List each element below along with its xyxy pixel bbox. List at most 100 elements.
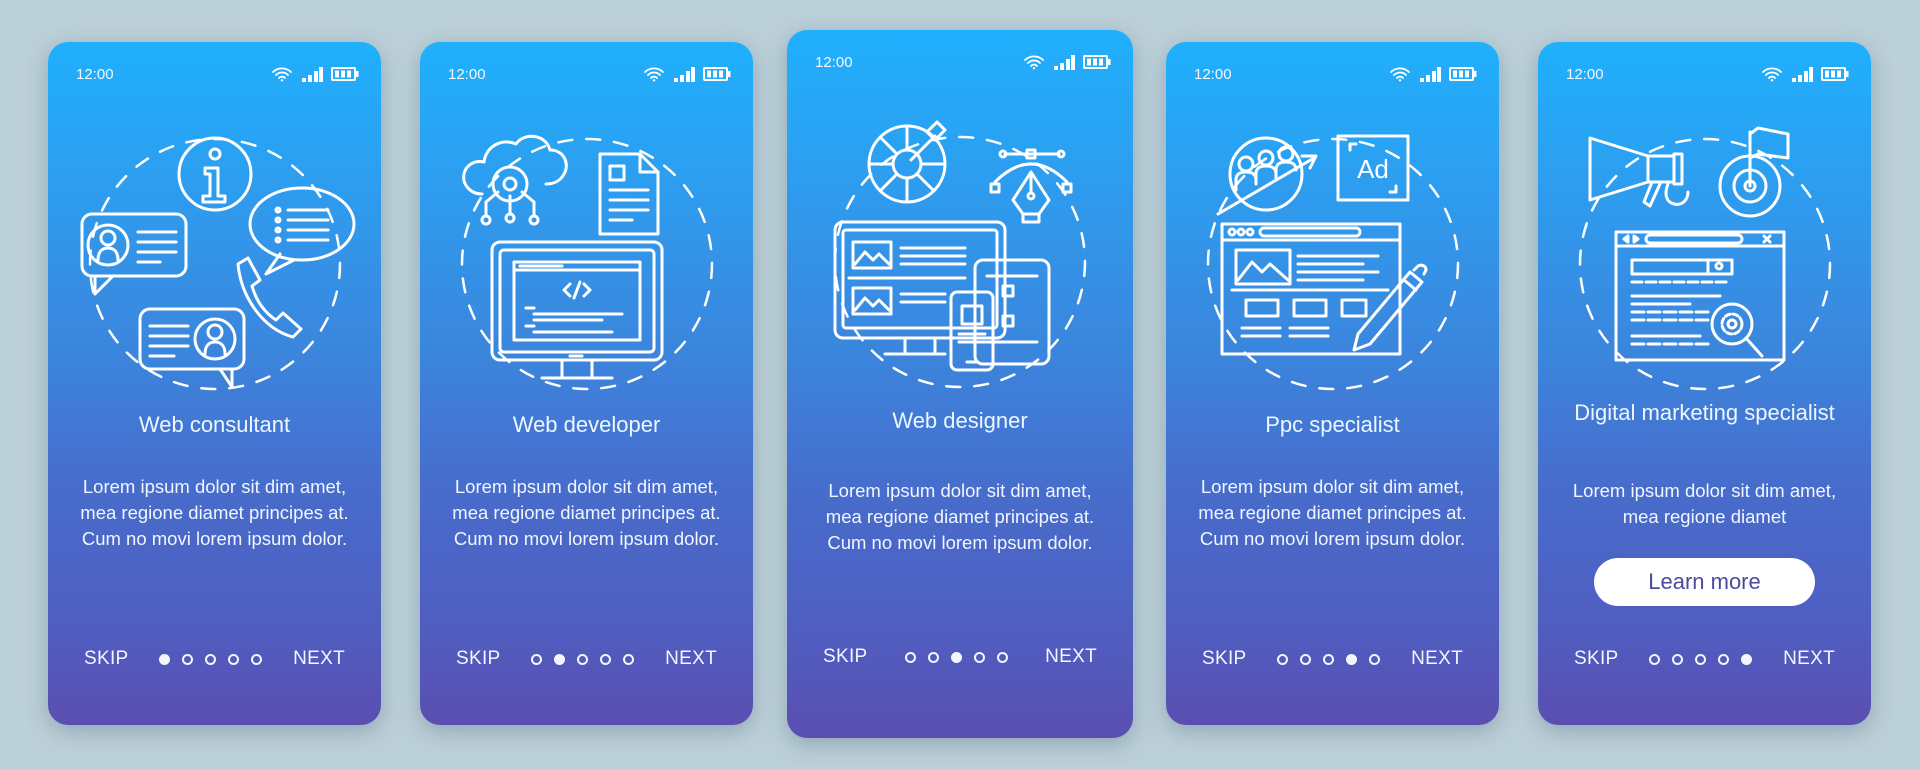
pagination-dot[interactable] <box>1323 653 1335 665</box>
battery-icon <box>703 66 731 82</box>
pagination-dot[interactable] <box>623 653 635 665</box>
skip-button[interactable]: SKIP <box>823 646 868 668</box>
signal-icon <box>1791 66 1813 82</box>
onboarding-screen-web-developer: 12:00 Web developer Lorem ipsum dolor si… <box>420 42 753 725</box>
next-button[interactable]: NEXT <box>665 648 717 670</box>
pagination-dot[interactable] <box>904 651 916 663</box>
status-time: 12:00 <box>1566 65 1604 83</box>
wifi-icon <box>1389 66 1411 82</box>
next-button[interactable]: NEXT <box>1783 648 1835 670</box>
pagination-dot[interactable] <box>205 653 217 665</box>
pagination-dot[interactable] <box>182 653 194 665</box>
battery-icon <box>1083 54 1111 70</box>
signal-icon <box>301 66 323 82</box>
pagination-dots <box>1277 653 1381 665</box>
status-bar: 12:00 <box>1194 62 1477 86</box>
battery-icon <box>1449 66 1477 82</box>
status-bar: 12:00 <box>1566 62 1849 86</box>
dashed-ring <box>88 137 341 391</box>
audience-growth-icon <box>1216 136 1317 216</box>
pagination-dots <box>159 653 263 665</box>
pagination-dot[interactable] <box>996 651 1008 663</box>
pagination-dot[interactable] <box>577 653 589 665</box>
wifi-icon <box>1023 54 1045 70</box>
pagination-dot[interactable] <box>1369 653 1381 665</box>
pagination-dot[interactable] <box>228 653 240 665</box>
pagination-dot-active[interactable] <box>1741 653 1753 665</box>
color-wheel-picker-icon <box>867 120 947 204</box>
screen-title: Web designer <box>892 408 1028 433</box>
document-icon <box>598 152 659 236</box>
screen-title: Web consultant <box>138 412 291 437</box>
webpage-layout-icon <box>1220 222 1401 356</box>
pagination-dots <box>904 651 1008 663</box>
pagination-dot-active[interactable] <box>1346 653 1358 665</box>
pagination-dot[interactable] <box>600 653 612 665</box>
target-flag-icon <box>1718 126 1789 218</box>
pagination-dot[interactable] <box>1277 653 1289 665</box>
cloud-gear-icon <box>461 134 568 226</box>
pagination-dots <box>1649 653 1753 665</box>
pagination-dot[interactable] <box>1649 653 1661 665</box>
signal-icon <box>1419 66 1441 82</box>
signal-icon <box>673 66 695 82</box>
screen-title: Ppc specialist <box>1265 412 1400 437</box>
search-engine-page-icon <box>1614 230 1785 362</box>
wifi-icon <box>271 66 293 82</box>
onboarding-screen-digital-marketing: 12:00 Digital marketing specialist Lorem… <box>1538 42 1871 725</box>
screen-title: Web developer <box>512 412 661 437</box>
status-time: 12:00 <box>1194 65 1232 83</box>
screen-description: Lorem ipsum dolor sit dim amet, mea regi… <box>452 476 721 549</box>
next-button[interactable]: NEXT <box>1045 646 1097 668</box>
chat-bubble-user-icon <box>80 212 187 296</box>
wifi-icon <box>643 66 665 82</box>
pagination-dot-active[interactable] <box>554 653 566 665</box>
info-icon <box>177 136 252 212</box>
signal-icon <box>1053 54 1075 70</box>
pagination-dot[interactable] <box>1718 653 1730 665</box>
learn-more-button[interactable]: Learn more <box>1594 558 1815 606</box>
pagination-dot-active[interactable] <box>159 653 171 665</box>
onboarding-screen-web-consultant: 12:00 Web consultant Lorem ipsum dolor s… <box>48 42 381 725</box>
pagination-dot[interactable] <box>1672 653 1684 665</box>
magnifier-gear-icon <box>1710 302 1763 358</box>
onboarding-footer: SKIP NEXT <box>1574 644 1835 674</box>
skip-button[interactable]: SKIP <box>456 648 501 670</box>
web-consultant-illustration <box>70 114 360 414</box>
pagination-dot[interactable] <box>251 653 263 665</box>
pagination-dots <box>531 653 635 665</box>
onboarding-footer: SKIP NEXT <box>84 644 345 674</box>
status-bar: 12:00 <box>448 62 731 86</box>
pagination-dot[interactable] <box>1695 653 1707 665</box>
system-icons <box>1389 66 1477 82</box>
system-icons <box>271 66 359 82</box>
status-time: 12:00 <box>76 65 114 83</box>
skip-button[interactable]: SKIP <box>1202 648 1247 670</box>
responsive-devices-icon <box>833 220 1051 372</box>
pagination-dot-active[interactable] <box>950 651 962 663</box>
ppc-specialist-illustration: Ad <box>1188 114 1478 414</box>
pagination-dot[interactable] <box>973 651 985 663</box>
status-bar: 12:00 <box>815 50 1111 74</box>
status-bar: 12:00 <box>76 62 359 86</box>
pagination-dot[interactable] <box>927 651 939 663</box>
skip-button[interactable]: SKIP <box>84 648 129 670</box>
pagination-dot[interactable] <box>531 653 543 665</box>
pagination-dot[interactable] <box>1300 653 1312 665</box>
megaphone-icon <box>1588 136 1689 208</box>
monitor-code-icon <box>490 240 663 380</box>
ad-badge-text: Ad <box>1357 154 1389 184</box>
screen-description: Lorem ipsum dolor sit dim amet, mea regi… <box>1198 476 1467 549</box>
next-button[interactable]: NEXT <box>1411 648 1463 670</box>
screen-description: Lorem ipsum dolor sit dim amet, mea regi… <box>80 476 349 549</box>
next-button[interactable]: NEXT <box>293 648 345 670</box>
onboarding-screen-web-designer: 12:00 Web designer Lorem ipsum dolor sit… <box>787 30 1133 738</box>
skip-button[interactable]: SKIP <box>1574 648 1619 670</box>
wifi-icon <box>1761 66 1783 82</box>
onboarding-footer: SKIP NEXT <box>1202 644 1463 674</box>
battery-icon <box>331 66 359 82</box>
chat-bubble-list-icon <box>248 186 355 276</box>
screen-description: Lorem ipsum dolor sit dim amet, mea regi… <box>825 480 1095 553</box>
screen-description: Lorem ipsum dolor sit dim amet, mea regi… <box>1572 480 1837 527</box>
system-icons <box>643 66 731 82</box>
